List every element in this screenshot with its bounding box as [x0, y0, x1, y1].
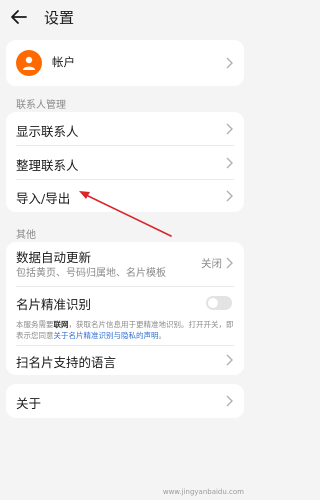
display-contacts-row[interactable]: 显示联系人	[6, 112, 244, 146]
header-bar: 设置	[0, 0, 250, 34]
account-row[interactable]: 帐户	[6, 40, 244, 86]
auto-update-subtitle: 包括黄页、号码归属地、名片模板	[16, 268, 166, 279]
about-card[interactable]: 关于	[6, 384, 244, 418]
card-recognition-toggle[interactable]	[206, 296, 232, 310]
notice-text-1: 本服务需要	[16, 320, 54, 329]
chevron-right-icon	[226, 57, 233, 69]
auto-update-row[interactable]: 数据自动更新 包括黄页、号码归属地、名片模板 关闭	[6, 242, 244, 282]
privacy-statement-link[interactable]: 关于名片精准识别与隐私的声明	[54, 331, 159, 340]
auto-update-value: 关闭	[201, 258, 222, 270]
organize-contacts-label: 整理联系人	[16, 158, 79, 173]
chevron-right-icon	[226, 123, 233, 135]
account-label: 帐户	[52, 55, 75, 69]
import-export-label: 导入/导出	[16, 191, 71, 206]
import-export-row[interactable]: 导入/导出	[6, 179, 244, 212]
other-card: 数据自动更新 包括黄页、号码归属地、名片模板 关闭 名片精准识别 本服务需要联网…	[6, 242, 244, 375]
display-contacts-label: 显示联系人	[16, 124, 79, 139]
back-arrow-icon[interactable]	[10, 8, 28, 26]
notice-text-3: 。	[158, 331, 167, 340]
scan-language-label: 扫名片支持的语言	[16, 355, 117, 370]
scan-language-row[interactable]: 扫名片支持的语言	[6, 345, 244, 375]
privacy-notice: 本服务需要联网，获取名片信息用于更精准地识别。打开开关，即表示您同意关于名片精准…	[16, 319, 236, 341]
section-label-other: 其他	[16, 230, 36, 241]
chevron-right-icon	[226, 190, 233, 202]
contacts-card: 显示联系人 整理联系人 导入/导出	[6, 112, 244, 212]
notice-bold: 联网	[53, 320, 69, 329]
watermark: www.jingyanbaidu.com	[162, 488, 244, 496]
card-recognition-label: 名片精准识别	[16, 297, 92, 312]
section-label-contacts: 联系人管理	[16, 100, 66, 111]
chevron-right-icon	[226, 395, 233, 407]
about-label: 关于	[16, 396, 42, 411]
card-recognition-row: 名片精准识别	[6, 287, 244, 317]
account-card[interactable]: 帐户	[6, 40, 244, 86]
organize-contacts-row[interactable]: 整理联系人	[6, 146, 244, 179]
page-title: 设置	[44, 9, 75, 27]
toggle-knob	[208, 298, 218, 308]
about-row[interactable]: 关于	[6, 384, 244, 418]
chevron-right-icon	[226, 354, 233, 366]
chevron-right-icon	[226, 157, 233, 169]
chevron-right-icon	[226, 257, 233, 269]
